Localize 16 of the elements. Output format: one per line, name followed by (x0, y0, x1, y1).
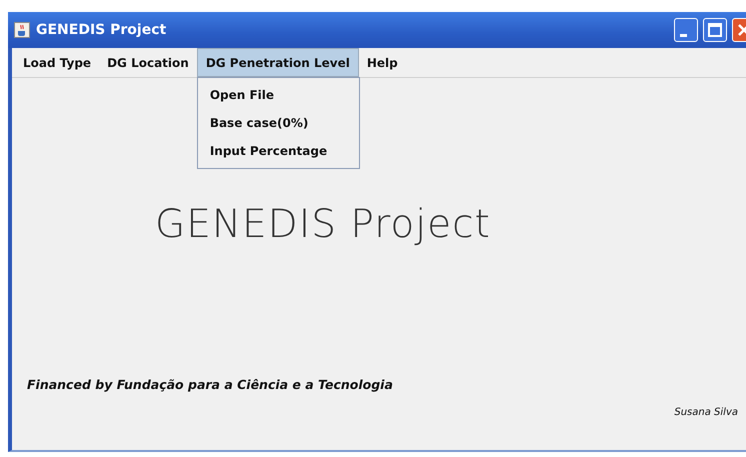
author-name: Susana Silva (674, 407, 738, 418)
minimize-button[interactable] (674, 18, 698, 42)
maximize-icon (705, 20, 725, 40)
minimize-icon (680, 34, 686, 36)
maximize-button[interactable] (703, 18, 727, 42)
menu-option[interactable]: Base case(0%) (198, 109, 359, 137)
menu-item[interactable]: Load Type (15, 48, 100, 77)
menu-item[interactable]: Help (358, 48, 406, 77)
menu-item[interactable]: DG Penetration Level (196, 48, 359, 77)
menu-option[interactable]: Input Percentage (198, 137, 359, 165)
funding-note: Financed by Fundação para a Ciência e a Tecnologia (27, 377, 394, 392)
coffee-cup-icon (14, 22, 30, 38)
menu-option[interactable]: Open File (198, 81, 359, 109)
window-title: GENEDIS Project (36, 22, 166, 38)
heading: GENEDIS Project (155, 202, 492, 247)
menu-item[interactable]: DG Location (99, 48, 197, 77)
